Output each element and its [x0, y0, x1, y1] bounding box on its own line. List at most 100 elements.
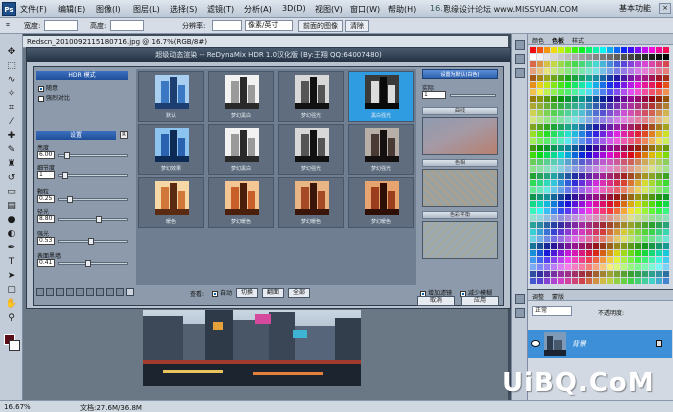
color-swatch[interactable]: [621, 47, 627, 53]
color-swatch[interactable]: [656, 124, 662, 130]
color-swatch[interactable]: [600, 89, 606, 95]
color-swatch[interactable]: [600, 159, 606, 165]
color-swatch[interactable]: [607, 271, 613, 277]
color-swatch[interactable]: [621, 131, 627, 137]
color-swatch[interactable]: [530, 61, 536, 67]
color-swatch[interactable]: [558, 215, 564, 221]
color-swatch[interactable]: [530, 152, 536, 158]
color-swatch[interactable]: [621, 166, 627, 172]
move-tool-icon[interactable]: ✥: [4, 46, 19, 58]
color-swatch[interactable]: [558, 229, 564, 235]
preset-slot-icon[interactable]: [96, 288, 104, 296]
color-swatch[interactable]: [621, 187, 627, 193]
color-swatch[interactable]: [628, 152, 634, 158]
color-swatch[interactable]: [656, 194, 662, 200]
color-swatch[interactable]: [565, 159, 571, 165]
color-swatch[interactable]: [551, 117, 557, 123]
color-swatch[interactable]: [593, 103, 599, 109]
color-swatch[interactable]: [565, 215, 571, 221]
color-swatch[interactable]: [635, 201, 641, 207]
color-swatch[interactable]: [621, 215, 627, 221]
color-swatch[interactable]: [572, 68, 578, 74]
color-swatch[interactable]: [628, 47, 634, 53]
menu-window[interactable]: 窗口(W): [350, 4, 380, 15]
color-swatch[interactable]: [656, 117, 662, 123]
color-swatch[interactable]: [600, 278, 606, 284]
color-swatch[interactable]: [530, 229, 536, 235]
color-swatch[interactable]: [628, 257, 634, 263]
color-swatch[interactable]: [614, 103, 620, 109]
height-field[interactable]: [110, 20, 144, 31]
color-swatch[interactable]: [530, 187, 536, 193]
color-swatch[interactable]: [663, 278, 669, 284]
menu-help[interactable]: 帮助(H): [388, 4, 416, 15]
color-swatch[interactable]: [530, 68, 536, 74]
color-swatch[interactable]: [656, 89, 662, 95]
color-swatch[interactable]: [614, 271, 620, 277]
color-swatch[interactable]: [572, 138, 578, 144]
color-swatch[interactable]: [558, 264, 564, 270]
type-tool-icon[interactable]: T: [4, 256, 19, 268]
color-swatch[interactable]: [530, 173, 536, 179]
color-swatch[interactable]: [628, 124, 634, 130]
color-swatch[interactable]: [558, 68, 564, 74]
color-swatch[interactable]: [572, 131, 578, 137]
preset-thumbnail[interactable]: 暖色: [138, 177, 204, 228]
path-select-icon[interactable]: ➤: [4, 270, 19, 282]
color-swatch[interactable]: [635, 250, 641, 256]
stamp-tool-icon[interactable]: ♜: [4, 158, 19, 170]
menu-3d[interactable]: 3D(D): [282, 4, 306, 13]
color-swatch[interactable]: [663, 54, 669, 60]
color-swatch[interactable]: [579, 264, 585, 270]
tab-styles[interactable]: 样式: [572, 36, 584, 45]
color-swatch[interactable]: [635, 215, 641, 221]
color-swatch[interactable]: [614, 173, 620, 179]
color-swatch[interactable]: [565, 145, 571, 151]
color-swatch[interactable]: [635, 271, 641, 277]
color-swatch[interactable]: [649, 271, 655, 277]
color-swatch[interactable]: [635, 180, 641, 186]
color-swatch[interactable]: [656, 250, 662, 256]
color-swatch[interactable]: [530, 124, 536, 130]
color-swatch[interactable]: [551, 215, 557, 221]
color-swatch[interactable]: [565, 68, 571, 74]
unit-select[interactable]: 像素/英寸: [245, 20, 293, 31]
color-swatch[interactable]: [628, 215, 634, 221]
color-swatch[interactable]: [649, 215, 655, 221]
color-swatch[interactable]: [544, 61, 550, 67]
color-swatch[interactable]: [607, 236, 613, 242]
color-swatch[interactable]: [635, 159, 641, 165]
color-swatch[interactable]: [572, 89, 578, 95]
color-swatch[interactable]: [649, 250, 655, 256]
color-swatch[interactable]: [607, 222, 613, 228]
color-swatch[interactable]: [621, 180, 627, 186]
color-swatch[interactable]: [558, 180, 564, 186]
preset-slot-icon[interactable]: [116, 288, 124, 296]
preset-thumbnail[interactable]: 梦幻强光: [278, 71, 344, 122]
color-swatch[interactable]: [530, 131, 536, 137]
color-swatch[interactable]: [558, 103, 564, 109]
color-swatch[interactable]: [544, 138, 550, 144]
color-swatch[interactable]: [649, 180, 655, 186]
background-color[interactable]: [9, 340, 20, 351]
preset-thumbnail[interactable]: 梦幻黑白: [208, 124, 274, 175]
color-swatch[interactable]: [572, 117, 578, 123]
color-swatch[interactable]: [572, 82, 578, 88]
param-slider[interactable]: [58, 152, 128, 159]
color-swatch[interactable]: [614, 250, 620, 256]
color-swatch[interactable]: [579, 278, 585, 284]
color-swatch[interactable]: [572, 103, 578, 109]
color-swatch[interactable]: [593, 82, 599, 88]
preset-thumbnail[interactable]: 默认: [138, 71, 204, 122]
color-swatch[interactable]: [614, 194, 620, 200]
color-swatch[interactable]: [614, 208, 620, 214]
menu-select[interactable]: 选择(S): [170, 4, 197, 15]
color-swatch[interactable]: [642, 96, 648, 102]
color-swatch[interactable]: [649, 236, 655, 242]
color-swatch[interactable]: [614, 110, 620, 116]
color-swatch[interactable]: [642, 243, 648, 249]
color-swatch[interactable]: [642, 236, 648, 242]
color-swatch[interactable]: [586, 257, 592, 263]
color-swatch[interactable]: [558, 236, 564, 242]
color-swatch[interactable]: [565, 229, 571, 235]
